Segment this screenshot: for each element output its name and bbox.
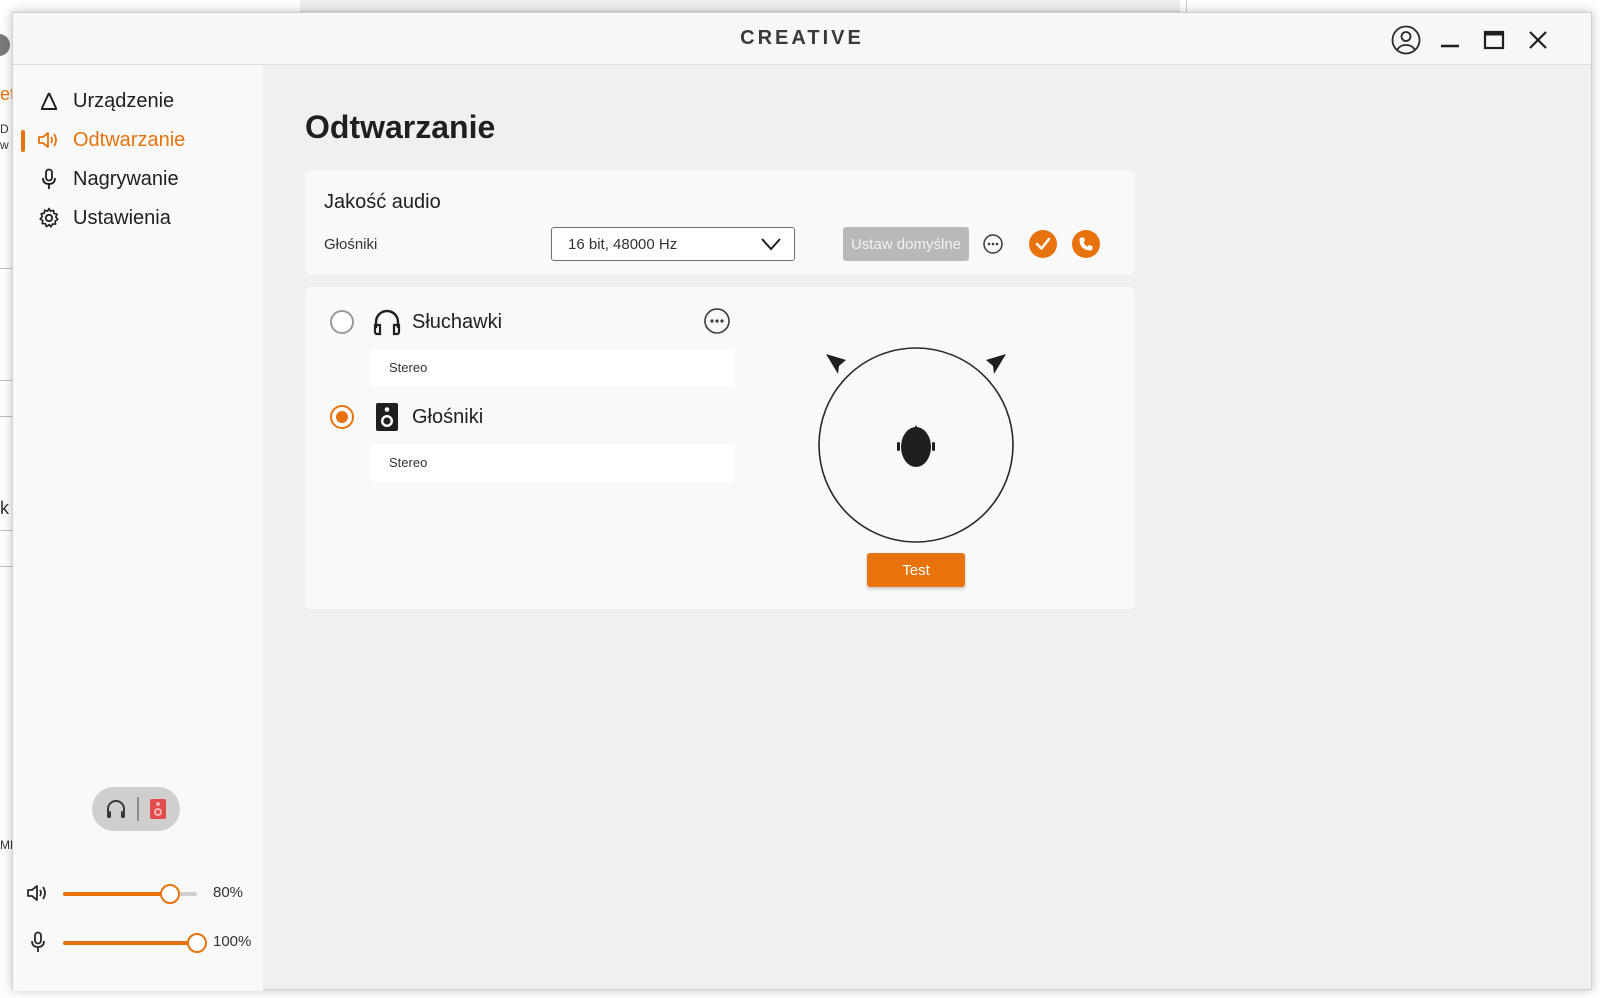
output-devices-card: Słuchawki Stereo Głośniki Stereo Test bbox=[305, 287, 1135, 609]
output-switch-toggle[interactable] bbox=[92, 787, 180, 831]
sidebar-item-label: Urządzenie bbox=[73, 89, 175, 112]
speaker-icon bbox=[150, 799, 166, 819]
headphones-mode-label: Stereo bbox=[389, 360, 428, 375]
maximize-icon bbox=[1483, 30, 1505, 50]
left-speaker-icon[interactable] bbox=[826, 354, 846, 374]
volume-icon bbox=[25, 881, 51, 905]
speakers-mode-label: Stereo bbox=[389, 455, 428, 470]
active-indicator bbox=[21, 130, 25, 152]
close-icon bbox=[1529, 31, 1547, 49]
volume-slider-row: 80% bbox=[25, 878, 255, 908]
mic-slider[interactable] bbox=[63, 933, 207, 953]
headphones-icon bbox=[372, 307, 402, 337]
mic-value: 100% bbox=[213, 933, 252, 950]
speaker-icon bbox=[372, 402, 402, 432]
headphones-mode[interactable]: Stereo bbox=[371, 349, 735, 387]
sidebar: Urządzenie Odtwarzanie Nagrywanie Ustawi… bbox=[13, 65, 263, 991]
app-window: CREATIVE Urządzenie Odtwarzanie Nagrywan… bbox=[12, 12, 1592, 991]
phone-icon bbox=[1079, 237, 1093, 251]
sidebar-item-playback[interactable]: Odtwarzanie bbox=[21, 123, 255, 157]
mic-slider-thumb[interactable] bbox=[187, 933, 207, 953]
mic-slider-fill bbox=[63, 941, 197, 945]
audio-format-select[interactable]: 16 bit, 48000 Hz bbox=[551, 227, 795, 261]
volume-slider-thumb[interactable] bbox=[160, 884, 181, 904]
more-options-button[interactable] bbox=[979, 230, 1007, 258]
sidebar-item-label: Ustawienia bbox=[73, 206, 171, 229]
device-icon bbox=[35, 91, 63, 111]
volume-slider[interactable] bbox=[63, 884, 197, 904]
account-button[interactable] bbox=[1389, 23, 1423, 57]
speaker-volume-icon bbox=[35, 130, 63, 150]
brand-logo: CREATIVE bbox=[740, 27, 864, 49]
sidebar-item-device[interactable]: Urządzenie bbox=[21, 84, 255, 118]
more-icon bbox=[983, 234, 1003, 254]
sidebar-item-settings[interactable]: Ustawienia bbox=[21, 201, 255, 235]
headphones-icon bbox=[107, 800, 125, 818]
user-icon bbox=[1391, 25, 1421, 55]
close-button[interactable] bbox=[1521, 23, 1555, 57]
volume-slider-fill bbox=[63, 892, 171, 896]
set-default-button[interactable]: Ustaw domyślne bbox=[843, 227, 969, 261]
headphones-name: Słuchawki bbox=[412, 311, 503, 333]
speakers-radio[interactable] bbox=[330, 405, 354, 429]
headphones-more-button[interactable] bbox=[703, 307, 731, 335]
more-icon bbox=[704, 308, 730, 334]
minimize-icon bbox=[1441, 44, 1459, 48]
background-text: k bbox=[0, 498, 9, 518]
speakers-mode[interactable]: Stereo bbox=[371, 444, 735, 482]
audio-quality-device-label: Głośniki bbox=[324, 236, 378, 253]
microphone-icon bbox=[35, 168, 63, 190]
speaker-layout-diagram bbox=[817, 339, 1017, 547]
test-button[interactable]: Test bbox=[867, 553, 965, 587]
default-communication-button[interactable] bbox=[1072, 230, 1100, 258]
maximize-button[interactable] bbox=[1477, 23, 1511, 57]
minimize-button[interactable] bbox=[1433, 23, 1467, 57]
headphones-radio[interactable] bbox=[330, 310, 354, 334]
default-device-button[interactable] bbox=[1029, 230, 1057, 258]
volume-value: 80% bbox=[213, 884, 244, 901]
speakers-name: Głośniki bbox=[412, 406, 484, 428]
background-text: w bbox=[0, 138, 9, 152]
background-toolbar bbox=[300, 0, 1180, 12]
mic-slider-row: 100% bbox=[25, 927, 255, 957]
title-bar: CREATIVE bbox=[13, 13, 1591, 65]
gear-icon bbox=[35, 207, 63, 229]
listener-head-icon bbox=[897, 425, 935, 467]
sidebar-item-recording[interactable]: Nagrywanie bbox=[21, 162, 255, 196]
check-icon bbox=[1035, 237, 1051, 250]
audio-quality-card: Jakość audio Głośniki 16 bit, 48000 Hz U… bbox=[305, 171, 1135, 275]
audio-quality-title: Jakość audio bbox=[324, 191, 441, 213]
sidebar-item-label: Odtwarzanie bbox=[73, 128, 186, 151]
toggle-separator bbox=[137, 797, 139, 821]
sidebar-item-label: Nagrywanie bbox=[73, 167, 179, 190]
page-title: Odtwarzanie bbox=[305, 109, 496, 145]
background-avatar bbox=[0, 34, 10, 56]
chevron-down-icon bbox=[761, 238, 781, 251]
right-speaker-icon[interactable] bbox=[986, 354, 1006, 374]
audio-format-value: 16 bit, 48000 Hz bbox=[568, 236, 678, 253]
microphone-icon bbox=[25, 930, 51, 954]
